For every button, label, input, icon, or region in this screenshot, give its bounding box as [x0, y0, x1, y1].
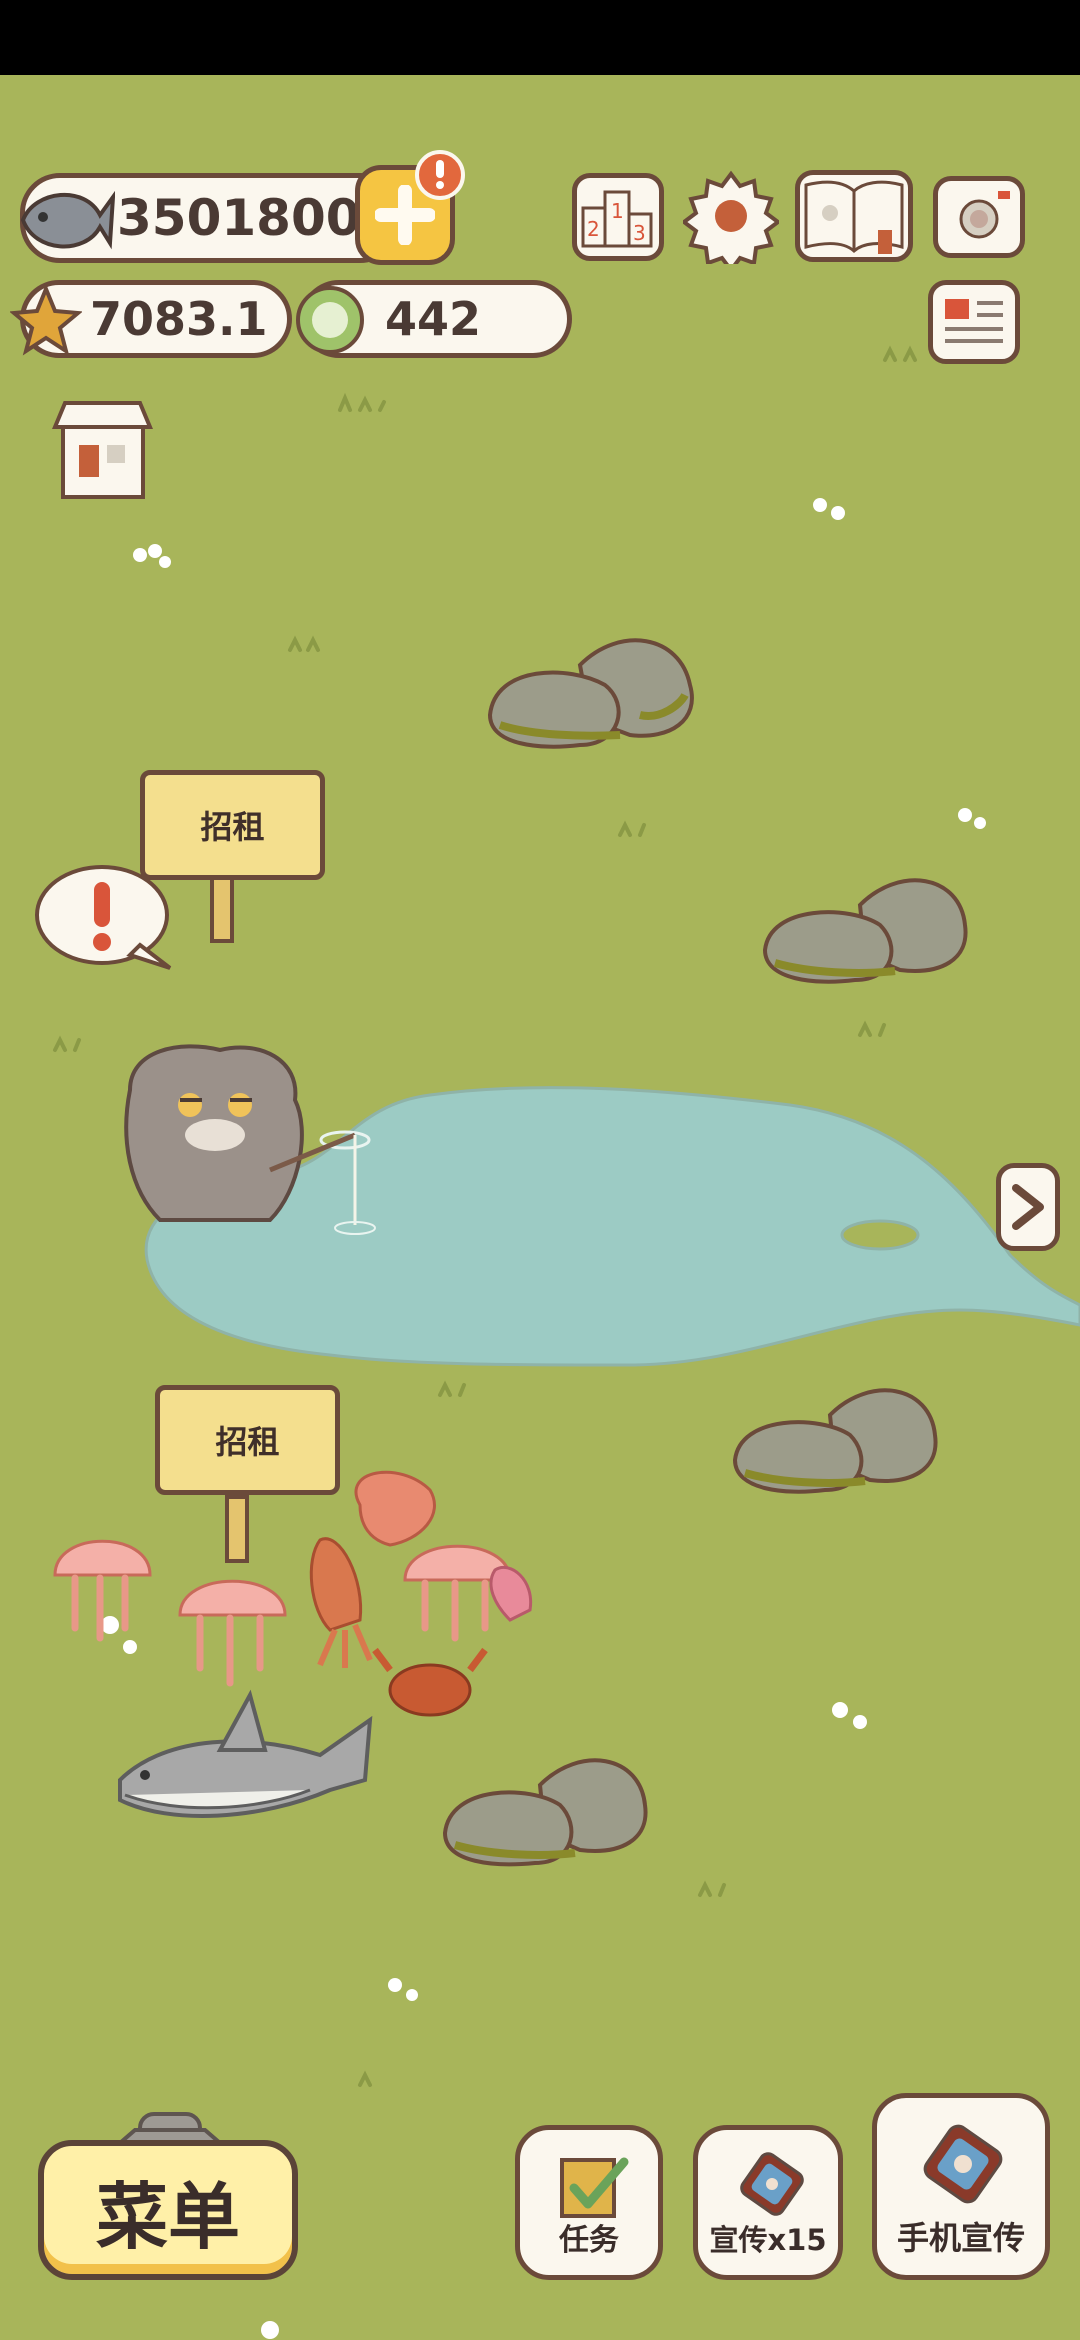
menu-label: 菜单	[95, 2174, 240, 2259]
star-count: 7083.1	[90, 292, 268, 346]
sea-creatures	[53, 1470, 533, 1818]
alert-bubble[interactable]	[30, 860, 180, 975]
next-arrow-icon	[1012, 1184, 1044, 1230]
svg-text:3: 3	[633, 221, 646, 245]
rock-1	[487, 638, 694, 749]
fishing-cat[interactable]	[110, 1030, 380, 1240]
shop-icon[interactable]	[45, 395, 160, 505]
svg-text:2: 2	[587, 217, 600, 241]
camera-icon	[959, 191, 1010, 239]
leaderboard-icon: 2 1 3	[581, 190, 653, 248]
alert-icon	[436, 160, 444, 189]
coin-icon	[296, 286, 364, 354]
status-bar	[0, 0, 1080, 75]
rock-2	[762, 878, 968, 984]
promo-icon	[740, 2152, 804, 2216]
menu-button[interactable]: 菜单	[38, 2140, 298, 2280]
fish-count: 3501800	[117, 189, 361, 247]
newspaper-button[interactable]	[928, 280, 1020, 364]
phone-promo-icon	[923, 2124, 1003, 2204]
game-field: 招租 招租	[0, 75, 1080, 2340]
promo-label: 宣传x15	[709, 2223, 827, 2257]
camera-button[interactable]	[933, 176, 1025, 258]
newspaper-icon	[945, 299, 1003, 343]
book-icon	[804, 180, 904, 254]
notification-badge	[415, 150, 465, 200]
phone-promo-label: 手机宣传	[896, 2219, 1025, 2257]
fish-icon	[20, 190, 115, 250]
task-check-icon	[560, 2157, 629, 2218]
alert-icon	[94, 882, 110, 927]
coin-count: 442	[385, 292, 482, 346]
leaderboard-button[interactable]: 2 1 3	[572, 173, 664, 261]
tasks-button[interactable]: 任务	[515, 2125, 663, 2280]
settings-icon[interactable]	[683, 168, 779, 264]
sign-label-lower: 招租	[215, 1423, 280, 1461]
promo-button[interactable]: 宣传x15	[693, 2125, 843, 2280]
star-icon	[10, 285, 82, 356]
rock-3	[732, 1388, 938, 1494]
phone-promo-button[interactable]: 手机宣传	[872, 2093, 1050, 2280]
next-area-button[interactable]	[996, 1163, 1060, 1251]
book-button[interactable]	[795, 170, 913, 262]
sign-label-upper: 招租	[200, 808, 265, 846]
svg-text:1: 1	[611, 199, 624, 223]
